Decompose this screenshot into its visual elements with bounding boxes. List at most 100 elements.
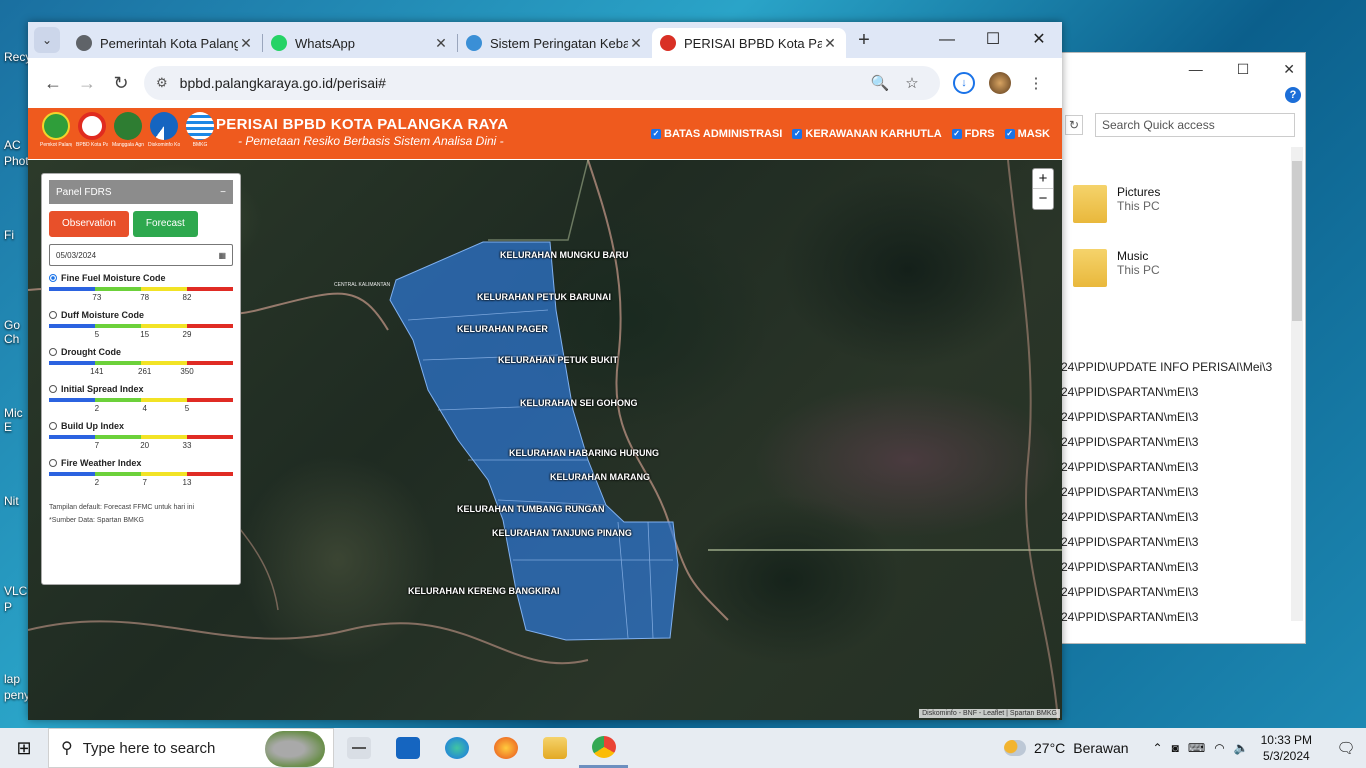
desktop-icon-label[interactable]: P — [4, 600, 12, 614]
clock[interactable]: 10:33 PM 5/3/2024 — [1261, 732, 1312, 764]
index-radio-label[interactable]: Duff Moisture Code — [49, 310, 233, 320]
desktop-icon-label[interactable]: Ch — [4, 332, 19, 346]
index-radio-label[interactable]: Fire Weather Index — [49, 458, 233, 468]
radio-icon[interactable] — [49, 459, 57, 467]
quick-access-search-input[interactable]: Search Quick access — [1095, 113, 1295, 137]
reload-icon[interactable]: ↻ — [104, 73, 138, 94]
index-radio-label[interactable]: Build Up Index — [49, 421, 233, 431]
maximize-icon[interactable]: ☐ — [970, 22, 1016, 58]
fdrs-index-option[interactable]: Duff Moisture Code 5 15 29 — [49, 310, 233, 340]
zoom-in-button[interactable]: + — [1033, 169, 1053, 189]
layer-kerawanan-karhutla[interactable]: ✓ KERAWANAN KARHUTLA — [792, 128, 942, 140]
forecast-button[interactable]: Forecast — [132, 211, 198, 237]
wifi-icon[interactable]: ◠ — [1214, 741, 1224, 755]
radio-selected-icon[interactable] — [49, 274, 57, 282]
observation-button[interactable]: Observation — [49, 211, 129, 237]
close-tab-icon[interactable]: ✕ — [628, 35, 644, 52]
fdrs-index-option[interactable]: Build Up Index 7 20 33 — [49, 421, 233, 451]
desktop-icon-label[interactable]: lap — [4, 672, 20, 686]
file-explorer-icon[interactable] — [530, 728, 579, 768]
menu-kebab-icon[interactable]: ⋮ — [1018, 74, 1054, 92]
checkbox-checked-icon[interactable]: ✓ — [951, 129, 962, 139]
windows-start-icon[interactable]: ⊞ — [0, 738, 48, 759]
list-item[interactable]: 24\PPID\SPARTAN\mEI\3 — [1061, 430, 1272, 455]
taskbar-search-box[interactable]: ⚲ Type here to search — [48, 728, 334, 768]
list-item[interactable]: 24\PPID\SPARTAN\mEI\3 — [1061, 530, 1272, 555]
file-explorer-window[interactable]: — ☐ ✕ ? ↻ Search Quick access Pictures T… — [1060, 52, 1306, 644]
language-icon[interactable]: ⌨ — [1188, 741, 1205, 755]
list-item[interactable]: 24\PPID\SPARTAN\mEI\3 — [1061, 455, 1272, 480]
avatar[interactable] — [989, 72, 1011, 94]
map-view[interactable]: KELURAHAN MUNGKU BARU KELURAHAN PETUK BA… — [28, 160, 1062, 720]
index-radio-label[interactable]: Drought Code — [49, 347, 233, 357]
tab-pemerintah[interactable]: Pemerintah Kota Palangka Raya ✕ — [68, 28, 262, 58]
notification-icon[interactable]: 🗨 — [1326, 739, 1366, 757]
tab-whatsapp[interactable]: WhatsApp ✕ — [263, 28, 457, 58]
new-tab-icon[interactable]: + — [850, 29, 878, 52]
checkbox-checked-icon[interactable]: ✓ — [792, 129, 803, 139]
desktop-icon-label[interactable]: Nit — [4, 494, 19, 508]
scrollbar-thumb[interactable] — [1292, 161, 1302, 321]
map-attribution[interactable]: Diskominfo - BNF - Leaflet | Spartan BMK… — [919, 709, 1060, 718]
desktop-icon-label[interactable]: Mic — [4, 406, 23, 420]
site-info-icon[interactable]: ⚙ — [156, 75, 168, 91]
download-icon[interactable]: ↓ — [953, 72, 975, 94]
url-text[interactable]: bpbd.palangkaraya.go.id/perisai# — [180, 75, 864, 91]
refresh-icon[interactable]: ↻ — [1065, 115, 1083, 135]
fdrs-index-option[interactable]: Fire Weather Index 2 7 13 — [49, 458, 233, 488]
desktop-icon-label[interactable]: E — [4, 420, 12, 434]
minimize-icon[interactable]: — — [924, 22, 970, 58]
maximize-icon[interactable]: ☐ — [1237, 61, 1250, 78]
list-item[interactable]: 24\PPID\SPARTAN\mEI\3 — [1061, 380, 1272, 405]
calendar-icon[interactable]: ▦ — [218, 251, 226, 260]
desktop-icon-label[interactable]: Go — [4, 318, 20, 332]
zoom-icon[interactable]: 🔍 — [864, 74, 896, 92]
list-item[interactable]: 24\PPID\SPARTAN\mEI\3 — [1061, 405, 1272, 430]
mail-icon[interactable] — [383, 728, 432, 768]
layer-batas-administrasi[interactable]: ✓ BATAS ADMINISTRASI — [651, 128, 782, 140]
help-icon[interactable]: ? — [1285, 87, 1301, 103]
back-icon[interactable]: ← — [36, 73, 70, 94]
close-tab-icon[interactable]: ✕ — [822, 35, 838, 52]
checkbox-checked-icon[interactable]: ✓ — [1004, 129, 1015, 139]
desktop-icon-label[interactable]: Fi — [4, 228, 14, 242]
quick-access-item[interactable]: Music This PC — [1073, 249, 1160, 287]
date-input[interactable]: 05/03/2024 ▦ — [49, 244, 233, 266]
close-tab-icon[interactable]: ✕ — [433, 35, 449, 52]
list-item[interactable]: 24\PPID\SPARTAN\mEI\3 — [1061, 605, 1272, 630]
list-item[interactable]: 24\PPID\SPARTAN\mEI\3 — [1061, 555, 1272, 580]
meet-now-icon[interactable]: ◙ — [1172, 741, 1179, 755]
fdrs-index-option[interactable]: Drought Code 141 261 350 — [49, 347, 233, 377]
fdrs-index-option[interactable]: Fine Fuel Moisture Code 73 78 82 — [49, 273, 233, 303]
radio-icon[interactable] — [49, 422, 57, 430]
layer-fdrs[interactable]: ✓ FDRS — [951, 128, 995, 140]
task-view-icon[interactable] — [334, 728, 383, 768]
volume-icon[interactable]: 🔈 — [1234, 741, 1249, 755]
scrollbar[interactable] — [1291, 147, 1303, 621]
list-item[interactable]: 24\PPID\SPARTAN\mEI\3 — [1061, 480, 1272, 505]
chrome-icon[interactable] — [579, 728, 628, 768]
minimize-icon[interactable]: — — [1189, 61, 1203, 78]
close-tab-icon[interactable]: ✕ — [238, 35, 254, 52]
desktop-icon-label[interactable]: VLC — [4, 584, 27, 598]
edge-icon[interactable] — [432, 728, 481, 768]
desktop-icon-label[interactable]: peny — [4, 688, 30, 702]
weather-widget[interactable]: 27°C Berawan — [1004, 740, 1129, 756]
chevron-up-icon[interactable]: ⌃ — [1153, 741, 1163, 755]
list-item[interactable]: 24\PPID\SPARTAN\mEI\3 — [1061, 580, 1272, 605]
address-bar[interactable]: ⚙ bpbd.palangkaraya.go.id/perisai# 🔍 ☆ — [144, 66, 940, 100]
radio-icon[interactable] — [49, 385, 57, 393]
radio-icon[interactable] — [49, 348, 57, 356]
fdrs-index-option[interactable]: Initial Spread Index 2 4 5 — [49, 384, 233, 414]
close-icon[interactable]: ✕ — [1016, 22, 1062, 58]
forward-icon[interactable]: → — [70, 73, 104, 94]
bookmark-star-icon[interactable]: ☆ — [896, 74, 928, 92]
tab-sistem-peringatan[interactable]: Sistem Peringatan Kebakaran ✕ — [458, 28, 652, 58]
index-radio-label[interactable]: Fine Fuel Moisture Code — [49, 273, 233, 283]
close-icon[interactable]: ✕ — [1283, 61, 1295, 78]
radio-icon[interactable] — [49, 311, 57, 319]
desktop-icon-label[interactable]: Phot — [4, 154, 29, 168]
collapse-icon[interactable]: − — [220, 187, 226, 198]
index-radio-label[interactable]: Initial Spread Index — [49, 384, 233, 394]
quick-access-item[interactable]: Pictures This PC — [1073, 185, 1160, 223]
